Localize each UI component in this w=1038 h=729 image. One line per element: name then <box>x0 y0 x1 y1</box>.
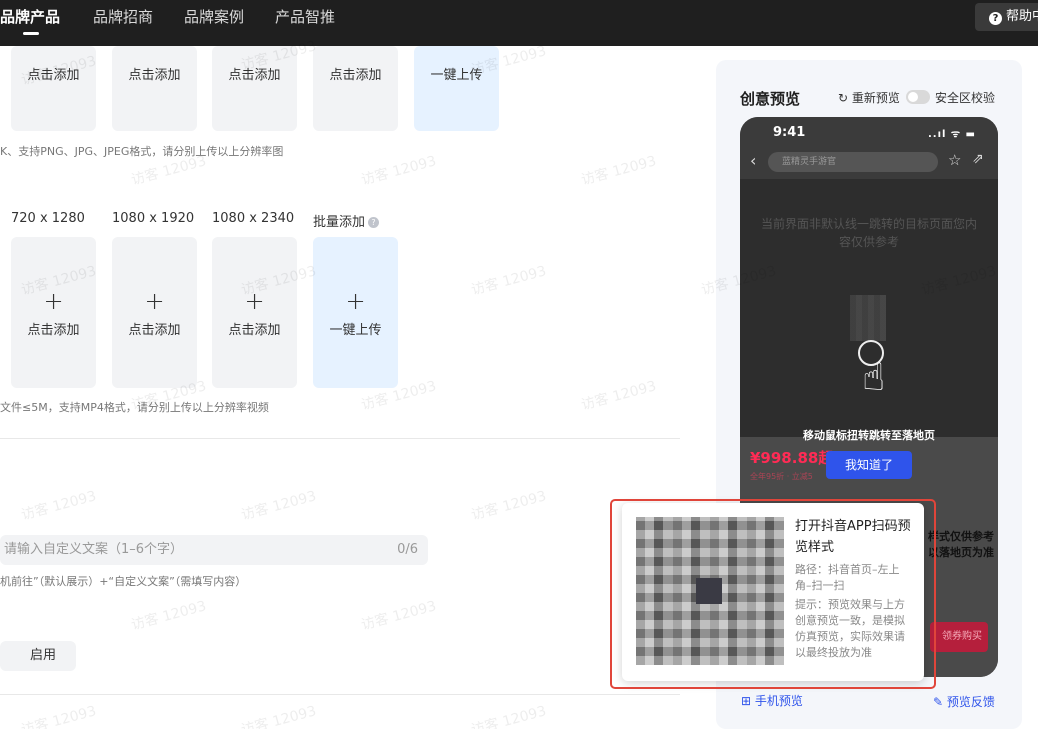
info-icon[interactable]: ? <box>368 217 380 228</box>
image-bulk-upload-tile[interactable]: 一键上传 <box>414 46 499 131</box>
tile-label: 一键上传 <box>329 323 382 338</box>
nav-item-brand-products[interactable]: 品牌产品 <box>0 0 60 46</box>
status-time: 9:41 <box>773 125 806 140</box>
tile-label: 一键上传 <box>430 68 483 83</box>
nav-item-brand-recruit[interactable]: 品牌招商 <box>93 0 153 46</box>
watermark: 访客 12093 <box>239 703 319 729</box>
price-subtext: 全年95折 · 立减5 <box>750 472 813 481</box>
resolution-label-3: 1080 x 2340 <box>212 211 295 226</box>
tile-label: 点击添加 <box>27 323 80 338</box>
watermark: 访客 12093 <box>359 598 439 634</box>
image-upload-tile-4[interactable]: 点击添加 <box>313 46 398 131</box>
image-upload-tile-1[interactable]: 点击添加 <box>11 46 96 131</box>
question-circle-icon: ? <box>989 12 1002 25</box>
star-icon: ☆ <box>948 151 962 169</box>
plus-icon: + <box>345 287 366 315</box>
tile-label: 点击添加 <box>128 323 181 338</box>
phone-status-bar: 9:41 ..ıl ᯤ ▬ <box>740 117 998 147</box>
preview-feedback-button[interactable]: ✎ 预览反馈 <box>933 693 995 710</box>
tile-label: 点击添加 <box>329 68 382 83</box>
feedback-label: 预览反馈 <box>946 695 995 709</box>
nav-item-product-push[interactable]: 产品智推 <box>275 0 335 46</box>
watermark: 访客 12093 <box>359 153 439 189</box>
watermark: 访客 12093 <box>19 488 99 524</box>
refresh-label: 重新预览 <box>851 91 900 105</box>
phone-video-text: 当前界面非默认线一跳转的目标页面您内容仅供参考 <box>760 217 977 249</box>
image-upload-tile-2[interactable]: 点击添加 <box>112 46 197 131</box>
preview-title: 创意预览 <box>740 90 801 108</box>
nav-item-brand-cases[interactable]: 品牌案例 <box>184 0 244 46</box>
image-upload-tile-3[interactable]: 点击添加 <box>212 46 297 131</box>
section-divider <box>0 694 680 695</box>
share-icon: ⇗ <box>972 151 984 167</box>
qr-scan-icon: ⊞ <box>741 694 755 708</box>
mobile-preview-label: 手机预览 <box>754 694 803 708</box>
safe-area-label: 安全区校验 <box>935 91 996 105</box>
refresh-preview-button[interactable]: ↻ 重新预览 <box>838 89 900 106</box>
watermark: 访客 12093 <box>129 598 209 634</box>
plus-icon: + <box>43 287 64 315</box>
nav-active-indicator <box>23 32 39 35</box>
tile-label: 点击添加 <box>228 323 281 338</box>
watermark: 访客 12093 <box>579 153 659 189</box>
resolution-label-1: 720 x 1280 <box>11 211 85 226</box>
help-center-button[interactable]: ? 帮助中心 <box>975 3 1038 31</box>
watermark: 访客 12093 <box>19 703 99 729</box>
plus-icon: + <box>144 287 165 315</box>
app-logo-icon <box>850 295 886 341</box>
bulk-add-label: 批量添加? <box>313 211 380 230</box>
video-upload-tile-3[interactable]: + 点击添加 <box>212 237 297 388</box>
char-counter: 0/6 <box>397 542 418 557</box>
watermark: 访客 12093 <box>469 703 549 729</box>
tile-label: 点击添加 <box>228 68 281 83</box>
help-label: 帮助中心 <box>1006 9 1038 24</box>
watermark: 访客 12093 <box>469 488 549 524</box>
custom-text-placeholder: 请输入自定义文案（1–6个字） <box>4 542 184 557</box>
image-upload-hint: K、支持PNG、JPG、JPEG格式，请分别上传以上分辨率图 <box>0 145 284 158</box>
video-upload-hint: 文件≤5M，支持MP4格式，请分别上传以上分辨率视频 <box>0 401 269 414</box>
price-text: ¥998.88起 <box>750 449 834 467</box>
signal-icon: ..ıl ᯤ ▬ <box>928 129 976 140</box>
watermark: 访客 12093 <box>469 263 549 299</box>
safe-area-toggle[interactable] <box>906 90 930 104</box>
resolution-label-2: 1080 x 1920 <box>112 211 195 226</box>
mobile-preview-button[interactable]: ⊞ 手机预览 <box>741 692 803 709</box>
video-upload-tile-2[interactable]: + 点击添加 <box>112 237 197 388</box>
phone-side-text: 样式仅供参考以落地页为准 <box>928 530 994 559</box>
watermark: 访客 12093 <box>579 378 659 414</box>
tile-label: 点击添加 <box>128 68 181 83</box>
video-upload-tile-1[interactable]: + 点击添加 <box>11 237 96 388</box>
section-divider <box>0 438 680 439</box>
back-icon: ‹ <box>750 151 757 170</box>
bulk-add-text: 批量添加 <box>313 215 366 230</box>
plus-icon: + <box>244 287 265 315</box>
custom-text-hint: 机前往”（默认展示）+“自定义文案”（需填写内容） <box>0 575 247 588</box>
top-nav: 品牌产品 品牌招商 品牌案例 产品智推 ? 帮助中心 <box>0 0 1038 46</box>
refresh-icon: ↻ <box>838 91 852 105</box>
highlight-frame <box>610 499 936 689</box>
gesture-tip: 移动鼠标扭转跳转至落地页 <box>803 429 935 442</box>
got-it-button[interactable]: 我知道了 <box>826 451 912 479</box>
watermark: 访客 12093 <box>239 488 319 524</box>
hand-pointer-icon: ☝ <box>862 355 886 399</box>
edit-icon: ✎ <box>933 695 947 709</box>
video-bulk-upload-tile[interactable]: + 一键上传 <box>313 237 398 388</box>
enable-button[interactable]: 启用 <box>0 641 76 671</box>
tile-label: 点击添加 <box>27 68 80 83</box>
buy-button: 领券购买 <box>930 622 988 652</box>
custom-text-input[interactable]: 请输入自定义文案（1–6个字） 0/6 <box>0 535 428 565</box>
phone-search-bar: 蓝精灵手游官 <box>768 152 938 172</box>
